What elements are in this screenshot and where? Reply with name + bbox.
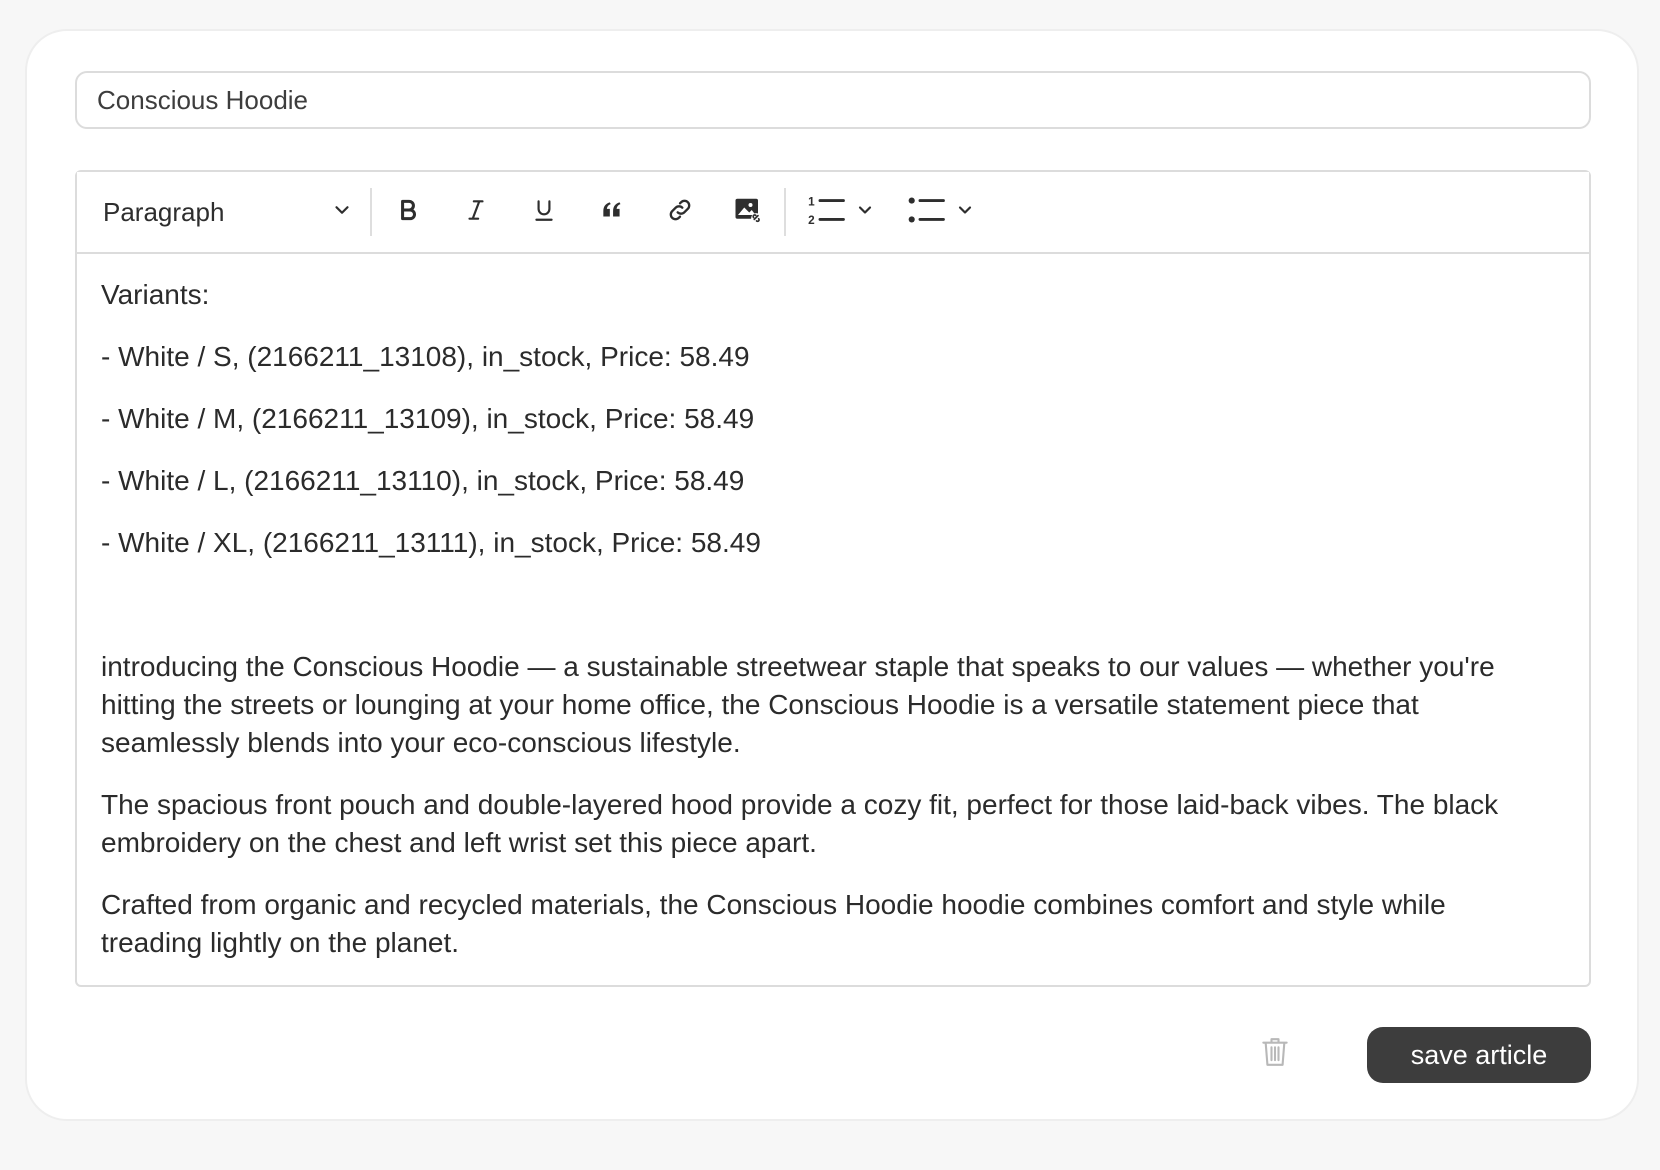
underline-icon bbox=[531, 196, 557, 229]
article-title-input[interactable] bbox=[75, 71, 1591, 129]
editor-content[interactable]: Variants: - White / S, (2166211_13108), … bbox=[101, 252, 1553, 962]
blockquote-button[interactable] bbox=[590, 190, 634, 234]
variant-line: - White / L, (2166211_13110), in_stock, … bbox=[101, 465, 745, 496]
variant-line: - White / S, (2166211_13108), in_stock, … bbox=[101, 341, 750, 372]
description-paragraph: The spacious front pouch and double-laye… bbox=[101, 789, 1499, 858]
toolbar-divider bbox=[370, 188, 372, 236]
svg-text:1: 1 bbox=[808, 195, 815, 208]
link-button[interactable] bbox=[658, 190, 702, 234]
toolbar-divider bbox=[784, 188, 786, 236]
block-type-select[interactable]: Paragraph bbox=[103, 190, 353, 234]
variants-heading: Variants: bbox=[101, 279, 210, 310]
variant-line: - White / XL, (2166211_13111), in_stock,… bbox=[101, 527, 761, 558]
bold-button[interactable] bbox=[386, 190, 430, 234]
save-article-button[interactable]: save article bbox=[1367, 1027, 1591, 1083]
bullet-list-icon bbox=[907, 193, 947, 232]
svg-text:2: 2 bbox=[808, 214, 815, 227]
block-type-label: Paragraph bbox=[103, 196, 225, 227]
ordered-list-icon: 12 bbox=[807, 193, 847, 232]
delete-article-button[interactable] bbox=[1257, 1034, 1293, 1074]
variant-line: - White / M, (2166211_13109), in_stock, … bbox=[101, 403, 755, 434]
chevron-down-icon bbox=[855, 200, 875, 225]
description-paragraph: Crafted from organic and recycled materi… bbox=[101, 889, 1446, 958]
bullet-list-button[interactable] bbox=[900, 190, 982, 234]
trash-icon bbox=[1261, 1035, 1289, 1074]
quote-icon bbox=[598, 197, 626, 228]
underline-button[interactable] bbox=[522, 190, 566, 234]
link-icon bbox=[666, 196, 694, 229]
chevron-down-icon bbox=[955, 200, 975, 225]
image-icon bbox=[733, 195, 763, 230]
italic-button[interactable] bbox=[454, 190, 498, 234]
description-paragraph: introducing the Conscious Hoodie — a sus… bbox=[101, 651, 1495, 758]
italic-icon bbox=[463, 196, 489, 229]
ordered-list-button[interactable]: 12 bbox=[800, 190, 882, 234]
rich-text-editor: Paragraph 1 2 Variants: - White / S, (21… bbox=[75, 170, 1591, 987]
bold-icon bbox=[395, 196, 421, 229]
insert-image-button[interactable] bbox=[726, 190, 770, 234]
editor-toolbar: Paragraph 1 2 bbox=[77, 172, 1589, 254]
chevron-down-icon bbox=[331, 197, 353, 228]
